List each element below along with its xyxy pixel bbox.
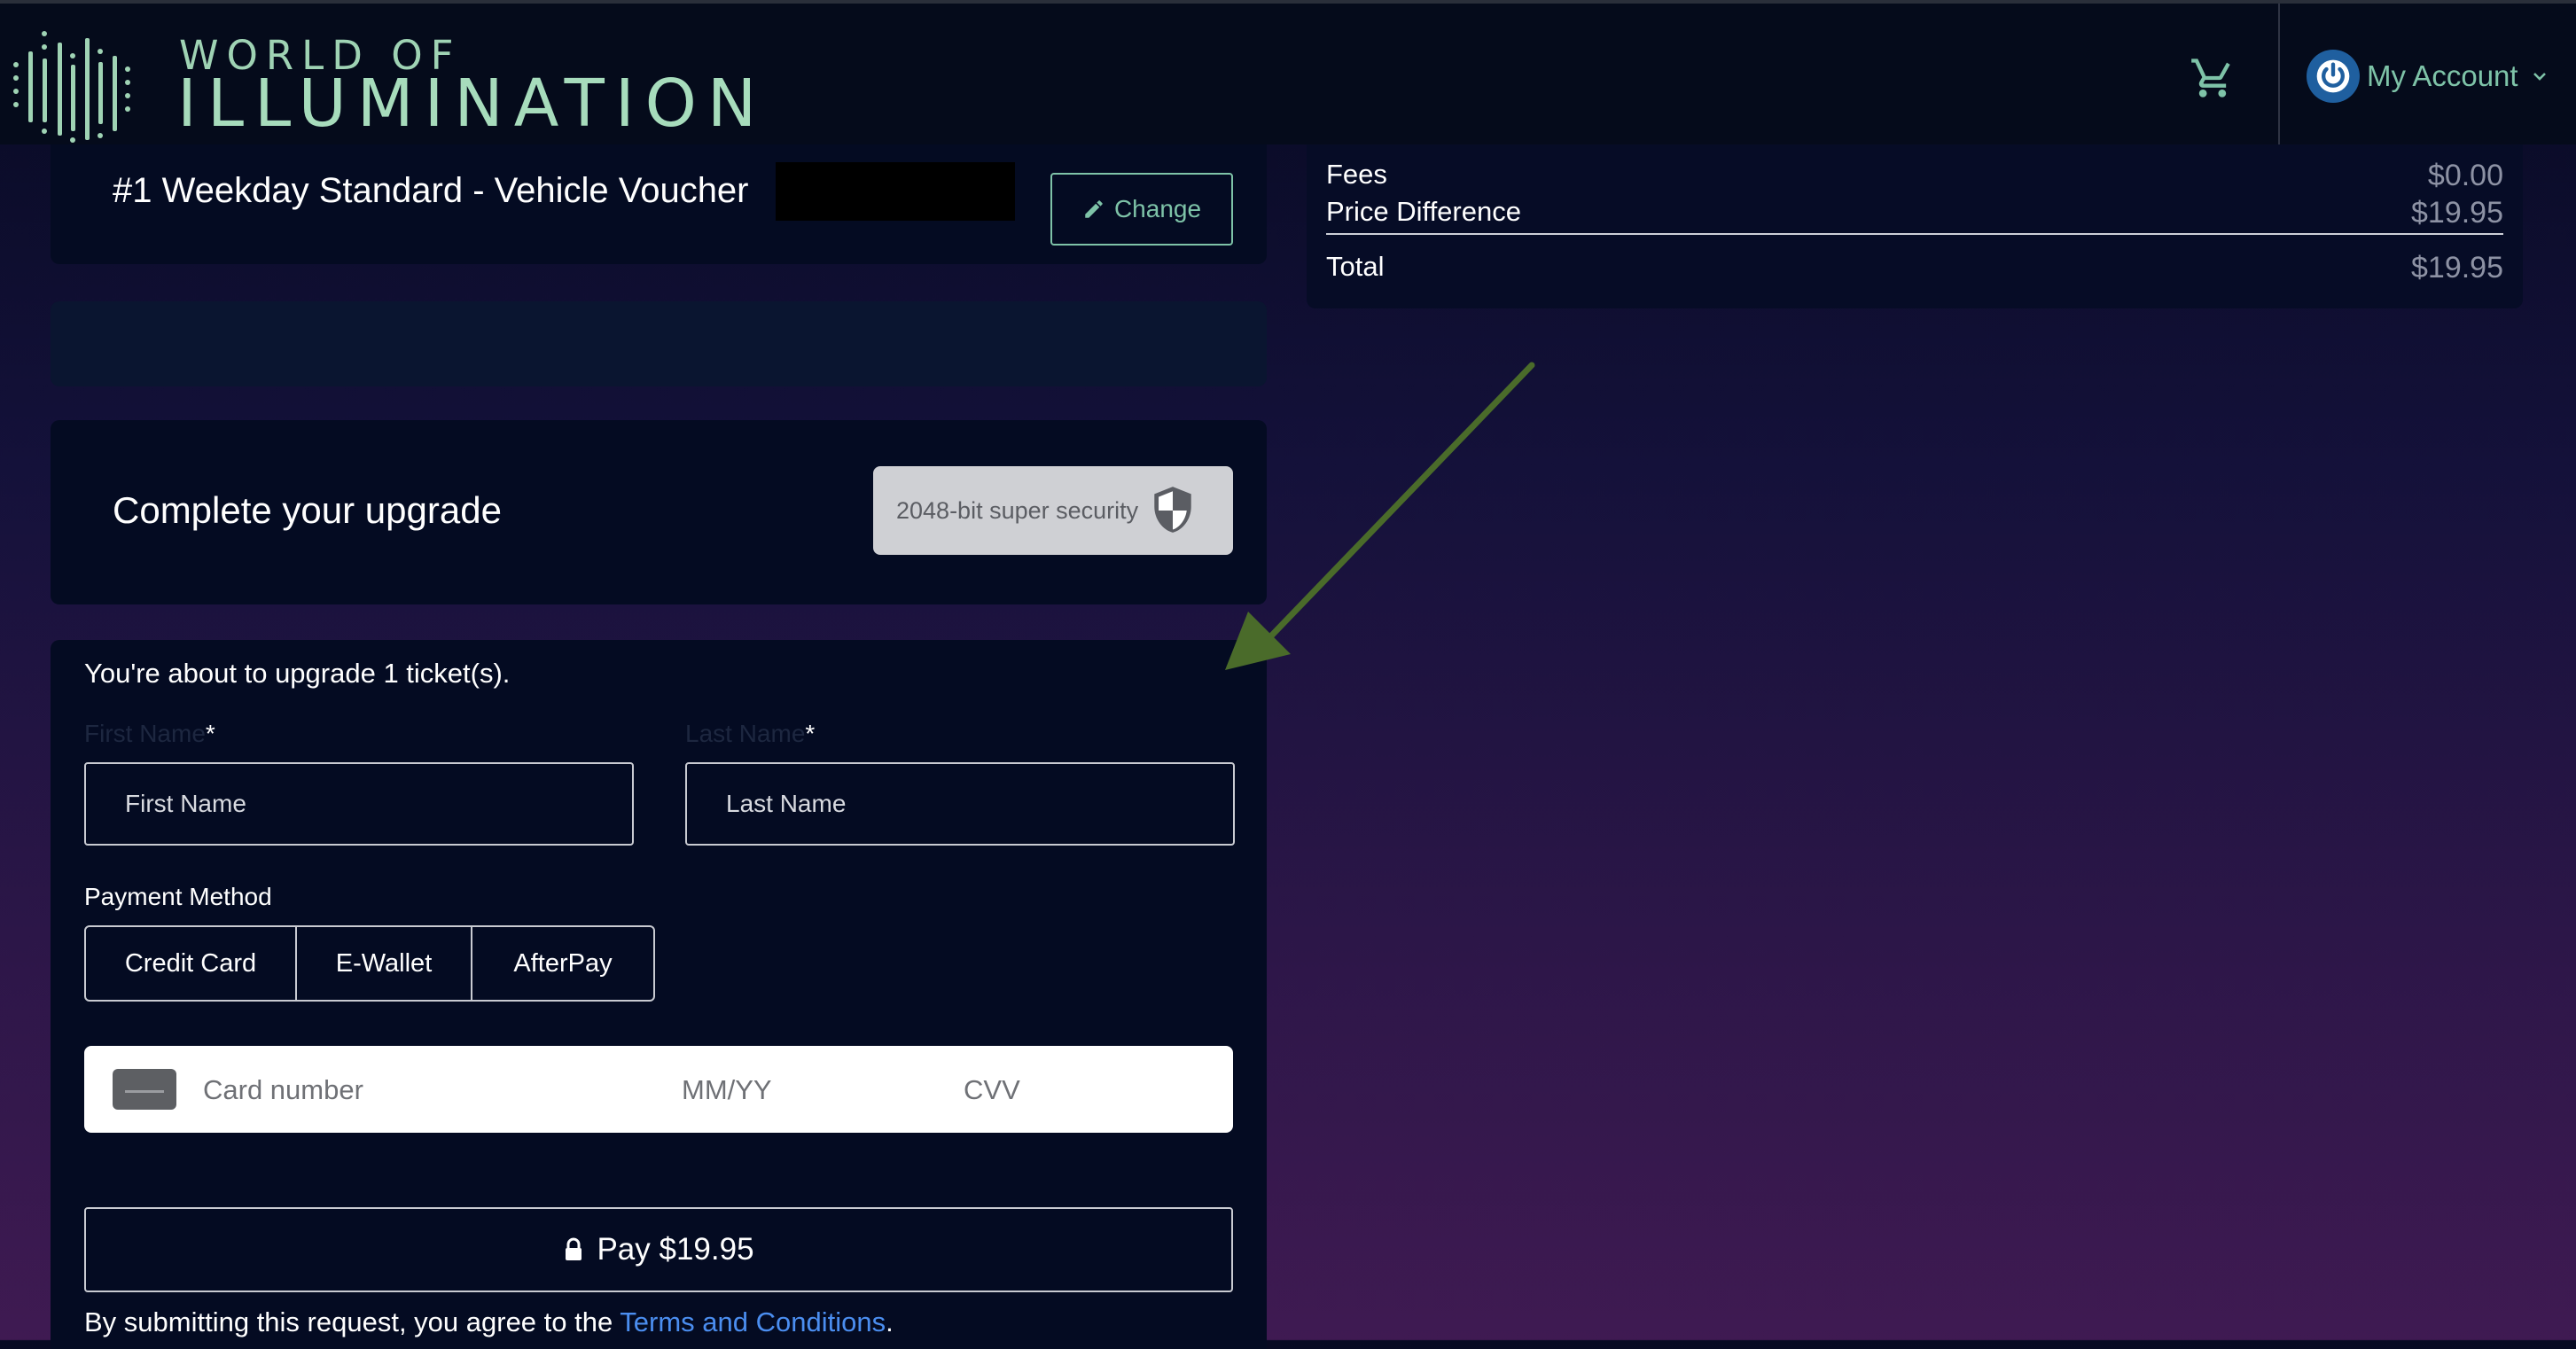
voucher-panel: #1 Weekday Standard - Vehicle Voucher Ch… (51, 144, 1267, 264)
my-account-label: My Account (2367, 59, 2518, 92)
terms-suffix: . (886, 1306, 894, 1337)
cart-icon[interactable] (2190, 55, 2236, 101)
first-name-label: First Name* (84, 720, 215, 748)
pencil-icon (1085, 200, 1103, 218)
terms-notice: By submitting this request, you agree to… (84, 1306, 894, 1338)
total-value: $19.95 (2411, 251, 2503, 285)
price-difference-row: Price Difference $19.95 (1326, 196, 2503, 230)
required-mark: * (805, 720, 816, 747)
first-name-label-text: First Name (84, 720, 206, 747)
payment-method-group: Credit Card E-Wallet AfterPay (84, 925, 655, 1002)
price-difference-label: Price Difference (1326, 196, 1521, 227)
total-label: Total (1326, 251, 1385, 282)
logo-text-main: ILLUMINATION (177, 66, 768, 142)
pay-label: Pay $19.95 (597, 1232, 754, 1267)
order-summary-panel: Fees $0.00 Price Difference $19.95 Total… (1307, 144, 2523, 308)
last-name-label-text: Last Name (685, 720, 806, 747)
fees-row: Fees $0.00 (1326, 159, 2503, 192)
redacted-block (776, 162, 1015, 221)
empty-panel (51, 301, 1267, 386)
terms-link[interactable]: Terms and Conditions (620, 1306, 886, 1337)
first-name-input[interactable] (84, 762, 634, 846)
security-badge: 2048-bit super security (873, 466, 1233, 555)
power-icon (2307, 50, 2360, 103)
required-mark: * (205, 720, 215, 747)
annotation-arrow-icon (1225, 362, 1535, 670)
brand-logo[interactable]: WORLD OF ILLUMINATION (9, 12, 756, 145)
voucher-title: #1 Weekday Standard - Vehicle Voucher (113, 171, 749, 210)
payment-afterpay-button[interactable]: AfterPay (471, 927, 653, 1000)
upgrade-message: You're about to upgrade 1 ticket(s). (84, 658, 511, 689)
logo-mark-icon (13, 31, 130, 143)
fees-label: Fees (1326, 159, 1387, 190)
security-label: 2048-bit super security (896, 496, 1139, 524)
fees-value: $0.00 (2427, 159, 2503, 192)
last-name-label: Last Name* (685, 720, 815, 748)
card-entry-box (84, 1046, 1233, 1133)
payment-ewallet-button[interactable]: E-Wallet (295, 927, 471, 1000)
terms-prefix: By submitting this request, you agree to… (84, 1306, 621, 1337)
summary-divider (1326, 233, 2503, 235)
card-number-input[interactable] (201, 1065, 648, 1115)
complete-upgrade-panel: Complete your upgrade 2048-bit super sec… (51, 420, 1267, 604)
change-label: Change (1113, 195, 1202, 222)
payment-method-label: Payment Method (84, 883, 272, 910)
lock-icon (566, 1237, 582, 1260)
payment-credit-card-button[interactable]: Credit Card (86, 927, 295, 1000)
card-cvv-input[interactable] (962, 1065, 1143, 1115)
shield-icon (1154, 487, 1191, 533)
header-divider (2278, 4, 2280, 148)
last-name-input[interactable] (685, 762, 1235, 846)
price-difference-value: $19.95 (2411, 196, 2503, 230)
total-row: Total $19.95 (1326, 251, 2503, 285)
top-header: WORLD OF ILLUMINATION My Account (0, 0, 2576, 148)
upgrade-form-panel: You're about to upgrade 1 ticket(s). Fir… (51, 640, 1267, 1349)
my-account-menu[interactable]: My Account (2307, 48, 2550, 105)
chevron-down-icon (2533, 73, 2546, 81)
pay-button[interactable]: Pay $19.95 (84, 1207, 1233, 1292)
credit-card-icon (113, 1069, 176, 1110)
complete-upgrade-title: Complete your upgrade (113, 489, 502, 531)
change-button[interactable]: Change (1050, 173, 1233, 246)
card-expiry-input[interactable] (680, 1065, 914, 1115)
